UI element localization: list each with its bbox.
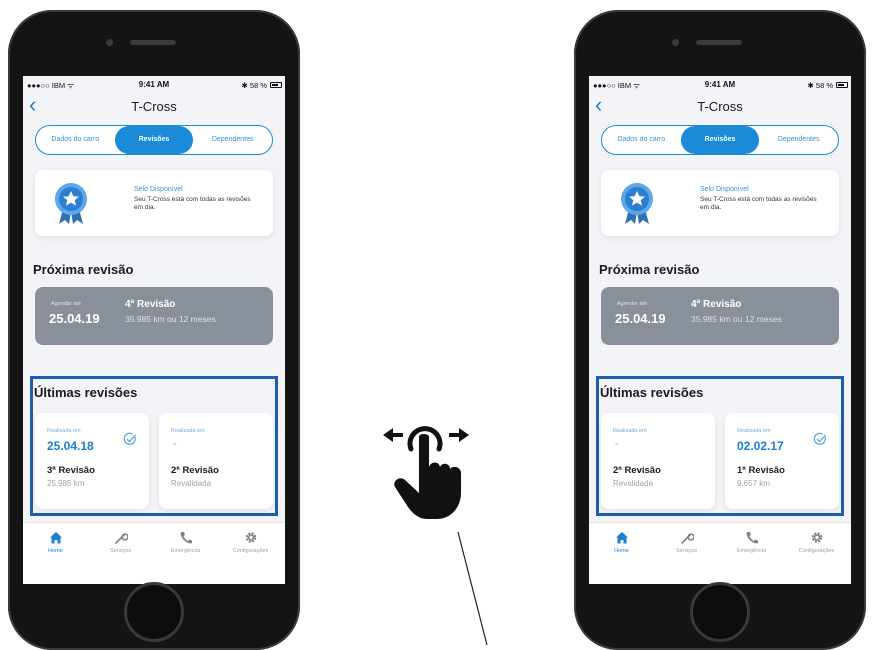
last-revisions-heading: Últimas revisões [600,385,704,400]
home-icon [615,532,628,544]
tab-dados-do-carro[interactable]: Dados do carro [36,126,115,154]
tab-servicos[interactable]: Serviços [88,531,153,554]
tab-label: Serviços [109,548,132,554]
selo-card: Selo Disponível Seu T-Cross está com tod… [601,170,839,236]
revision-date: 02.02.17 [737,439,784,453]
tab-configuracoes[interactable]: Configurações [784,531,849,554]
tab-bar: Home Serviços Emergência Configurações [23,522,285,584]
wrench-icon [114,533,128,544]
speaker [130,40,176,45]
tab-label: Home [614,548,629,554]
camera [106,39,113,46]
revision-date: - [173,438,177,450]
tab-label: Home [48,548,63,554]
medal-star-icon [55,183,87,224]
revision-detail: Revalidada [613,479,654,488]
selo-text: Seu T-Cross está com todas as revisões e… [700,196,817,211]
segmented-control: Dados do carro Revisões Dependentes [35,125,273,155]
agendar-label: Agendar até [617,301,647,307]
tab-dependentes[interactable]: Dependentes [193,126,272,154]
tab-servicos[interactable]: Serviços [654,531,719,554]
tab-revisoes[interactable]: Revisões [114,126,194,154]
next-revision-name: 4ª Revisão [691,299,742,310]
revision-name: 3ª Revisão [47,465,95,476]
phone-icon [180,532,192,544]
revision-card[interactable]: Realizada em 25.04.18 3ª Revisão 25.985 … [35,413,149,509]
revision-card[interactable]: Realizada em - 2ª Revisão Revalidada [601,413,715,509]
selo-card: Selo Disponível Seu T-Cross está com tod… [35,170,273,236]
last-revisions-heading: Últimas revisões [34,385,138,400]
selo-title: Selo Disponível [700,186,749,193]
tab-emergencia[interactable]: Emergência [719,531,784,554]
app-screen: ●●●○○ IBM ᯤ 9:41 AM ✱ 58 % ‹ T-Cross Dad… [23,76,285,584]
next-revision-date: 25.04.19 [49,311,100,326]
home-button[interactable] [690,582,750,642]
status-bar: ●●●○○ IBM ᯤ 9:41 AM ✱ 58 % [23,80,285,92]
tab-revisoes[interactable]: Revisões [680,126,760,154]
page-title: T-Cross [697,99,743,114]
agendar-label: Agendar até [51,301,81,307]
medal-star-icon [621,183,653,224]
home-icon [49,532,62,544]
tab-configuracoes[interactable]: Configurações [218,531,283,554]
revision-date: 25.04.18 [47,439,94,453]
revision-date: - [615,438,619,450]
realizada-label: Realizada em [47,428,81,434]
battery-level: ✱ 58 % [807,81,833,90]
battery-level: ✱ 58 % [241,81,267,90]
tab-label: Emergência [736,548,767,554]
next-revision-date: 25.04.19 [615,311,666,326]
phone-icon [746,532,758,544]
home-button[interactable] [124,582,184,642]
next-revision-card[interactable]: Agendar até 25.04.19 4ª Revisão 35.985 k… [35,287,273,345]
tab-label: Serviços [675,548,698,554]
revision-detail: 25.985 km [47,479,85,488]
gear-icon [245,532,256,543]
tab-dados-do-carro[interactable]: Dados do carro [602,126,681,154]
battery-icon [836,82,848,88]
gear-icon [811,532,822,543]
camera [672,39,679,46]
check-circle-icon [813,432,826,445]
revision-detail: 9.657 km [737,479,770,488]
tab-dependentes[interactable]: Dependentes [759,126,838,154]
swipe-gesture-icon [383,426,469,519]
next-revision-card[interactable]: Agendar até 25.04.19 4ª Revisão 35.985 k… [601,287,839,345]
realizada-label: Realizada em [737,428,771,434]
revision-card[interactable]: Realizada em - 2ª Revisão Revalidada [159,413,273,509]
wrench-icon [680,533,694,544]
next-revision-name: 4ª Revisão [125,299,176,310]
battery-icon [270,82,282,88]
status-bar: ●●●○○ IBM ᯤ 9:41 AM ✱ 58 % [589,80,851,92]
selo-text: Seu T-Cross está com todas as revisões e… [134,196,251,211]
next-revision-detail: 35.985 km ou 12 meses [125,314,216,324]
tab-bar: Home Serviços Emergência Configurações [589,522,851,584]
revision-name: 2ª Revisão [613,465,661,476]
tab-label: Emergência [170,548,201,554]
phone-mockup-left: ●●●○○ IBM ᯤ 9:41 AM ✱ 58 % ‹ T-Cross Dad… [8,10,300,650]
revision-name: 2ª Revisão [171,465,219,476]
next-revision-heading: Próxima revisão [33,262,134,277]
page-title: T-Cross [131,99,177,114]
phone-mockup-right: ●●●○○ IBM ᯤ 9:41 AM ✱ 58 % ‹ T-Cross Dad… [574,10,866,650]
revision-name: 1ª Revisão [737,465,785,476]
speaker [696,40,742,45]
check-circle-icon [123,432,136,445]
tab-emergencia[interactable]: Emergência [153,531,218,554]
next-revision-heading: Próxima revisão [599,262,700,277]
realizada-label: Realizada em [613,428,647,434]
revision-detail: Revalidada [171,479,212,488]
segmented-control: Dados do carro Revisões Dependentes [601,125,839,155]
tab-home[interactable]: Home [23,531,88,554]
revision-card[interactable]: Realizada em 02.02.17 1ª Revisão 9.657 k… [725,413,839,509]
tab-label: Configurações [232,548,269,554]
realizada-label: Realizada em [171,428,205,434]
tab-label: Configurações [798,548,835,554]
tab-home[interactable]: Home [589,531,654,554]
app-screen: ●●●○○ IBM ᯤ 9:41 AM ✱ 58 % ‹ T-Cross Dad… [589,76,851,584]
selo-title: Selo Disponível [134,186,183,193]
next-revision-detail: 35.985 km ou 12 meses [691,314,782,324]
